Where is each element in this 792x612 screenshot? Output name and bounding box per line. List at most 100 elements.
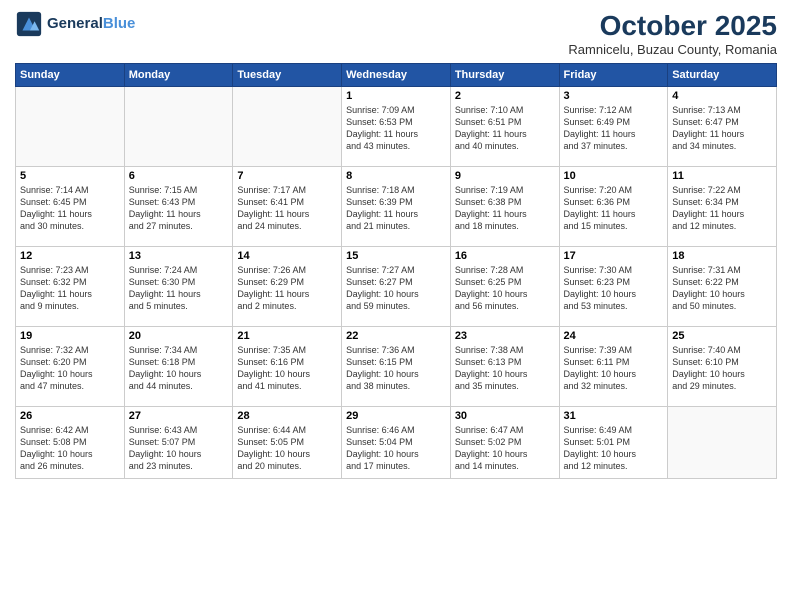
day-info: Sunrise: 6:47 AM Sunset: 5:02 PM Dayligh… xyxy=(455,424,555,473)
day-number: 17 xyxy=(564,250,664,262)
day-number: 16 xyxy=(455,250,555,262)
day-number: 8 xyxy=(346,170,446,182)
day-info: Sunrise: 7:26 AM Sunset: 6:29 PM Dayligh… xyxy=(237,264,337,313)
calendar-cell xyxy=(124,87,233,167)
day-number: 26 xyxy=(20,410,120,422)
day-info: Sunrise: 7:20 AM Sunset: 6:36 PM Dayligh… xyxy=(564,184,664,233)
day-number: 7 xyxy=(237,170,337,182)
title-block: October 2025 Ramnicelu, Buzau County, Ro… xyxy=(568,10,777,57)
day-info: Sunrise: 7:13 AM Sunset: 6:47 PM Dayligh… xyxy=(672,104,772,153)
day-number: 9 xyxy=(455,170,555,182)
weekday-header-tuesday: Tuesday xyxy=(233,64,342,87)
day-number: 14 xyxy=(237,250,337,262)
calendar-cell xyxy=(16,87,125,167)
calendar-cell: 8 Sunrise: 7:18 AM Sunset: 6:39 PM Daylig… xyxy=(342,167,451,247)
week-row-4: 19Sunrise: 7:32 AM Sunset: 6:20 PM Dayli… xyxy=(16,327,777,407)
calendar-cell: 24 Sunrise: 7:39 AM Sunset: 6:11 PM Dayli… xyxy=(559,327,668,407)
calendar-cell: 25Sunrise: 7:40 AM Sunset: 6:10 PM Dayli… xyxy=(668,327,777,407)
day-number: 27 xyxy=(129,410,229,422)
calendar-cell: 17 Sunrise: 7:30 AM Sunset: 6:23 PM Dayli… xyxy=(559,247,668,327)
week-row-3: 12 Sunrise: 7:23 AM Sunset: 6:32 PM Dayli… xyxy=(16,247,777,327)
day-info: Sunrise: 7:09 AM Sunset: 6:53 PM Dayligh… xyxy=(346,104,446,153)
day-info: Sunrise: 7:14 AM Sunset: 6:45 PM Dayligh… xyxy=(20,184,120,233)
day-number: 29 xyxy=(346,410,446,422)
weekday-header-thursday: Thursday xyxy=(450,64,559,87)
calendar-cell: 26 Sunrise: 6:42 AM Sunset: 5:08 PM Dayli… xyxy=(16,407,125,479)
calendar-cell: 13Sunrise: 7:24 AM Sunset: 6:30 PM Dayli… xyxy=(124,247,233,327)
day-number: 12 xyxy=(20,250,120,262)
day-info: Sunrise: 7:28 AM Sunset: 6:25 PM Dayligh… xyxy=(455,264,555,313)
calendar-cell: 11 Sunrise: 7:22 AM Sunset: 6:34 PM Dayli… xyxy=(668,167,777,247)
day-info: Sunrise: 7:15 AM Sunset: 6:43 PM Dayligh… xyxy=(129,184,229,233)
day-info: Sunrise: 7:40 AM Sunset: 6:10 PM Dayligh… xyxy=(672,344,772,393)
calendar-cell: 7 Sunrise: 7:17 AM Sunset: 6:41 PM Daylig… xyxy=(233,167,342,247)
day-info: Sunrise: 7:23 AM Sunset: 6:32 PM Dayligh… xyxy=(20,264,120,313)
day-number: 1 xyxy=(346,90,446,102)
calendar-cell: 20Sunrise: 7:34 AM Sunset: 6:18 PM Dayli… xyxy=(124,327,233,407)
header: GeneralBlue October 2025 Ramnicelu, Buza… xyxy=(15,10,777,57)
day-info: Sunrise: 6:43 AM Sunset: 5:07 PM Dayligh… xyxy=(129,424,229,473)
day-info: Sunrise: 7:18 AM Sunset: 6:39 PM Dayligh… xyxy=(346,184,446,233)
calendar-cell: 12 Sunrise: 7:23 AM Sunset: 6:32 PM Dayli… xyxy=(16,247,125,327)
day-number: 24 xyxy=(564,330,664,342)
day-info: Sunrise: 7:32 AM Sunset: 6:20 PM Dayligh… xyxy=(20,344,120,393)
calendar-cell: 21 Sunrise: 7:35 AM Sunset: 6:16 PM Dayli… xyxy=(233,327,342,407)
calendar-cell: 31 Sunrise: 6:49 AM Sunset: 5:01 PM Dayli… xyxy=(559,407,668,479)
day-info: Sunrise: 7:19 AM Sunset: 6:38 PM Dayligh… xyxy=(455,184,555,233)
calendar-cell: 28Sunrise: 6:44 AM Sunset: 5:05 PM Dayli… xyxy=(233,407,342,479)
weekday-header-wednesday: Wednesday xyxy=(342,64,451,87)
day-number: 21 xyxy=(237,330,337,342)
subtitle: Ramnicelu, Buzau County, Romania xyxy=(568,42,777,57)
day-info: Sunrise: 7:35 AM Sunset: 6:16 PM Dayligh… xyxy=(237,344,337,393)
weekday-header-sunday: Sunday xyxy=(16,64,125,87)
day-info: Sunrise: 7:31 AM Sunset: 6:22 PM Dayligh… xyxy=(672,264,772,313)
weekday-header-row: SundayMondayTuesdayWednesdayThursdayFrid… xyxy=(16,64,777,87)
calendar-cell: 23Sunrise: 7:38 AM Sunset: 6:13 PM Dayli… xyxy=(450,327,559,407)
day-info: Sunrise: 7:24 AM Sunset: 6:30 PM Dayligh… xyxy=(129,264,229,313)
page-container: GeneralBlue October 2025 Ramnicelu, Buza… xyxy=(0,0,792,489)
day-info: Sunrise: 7:27 AM Sunset: 6:27 PM Dayligh… xyxy=(346,264,446,313)
calendar-cell: 2 Sunrise: 7:10 AM Sunset: 6:51 PM Daylig… xyxy=(450,87,559,167)
day-info: Sunrise: 7:30 AM Sunset: 6:23 PM Dayligh… xyxy=(564,264,664,313)
weekday-header-friday: Friday xyxy=(559,64,668,87)
week-row-2: 5Sunrise: 7:14 AM Sunset: 6:45 PM Daylig… xyxy=(16,167,777,247)
day-info: Sunrise: 7:39 AM Sunset: 6:11 PM Dayligh… xyxy=(564,344,664,393)
weekday-header-monday: Monday xyxy=(124,64,233,87)
calendar-cell xyxy=(668,407,777,479)
day-number: 30 xyxy=(455,410,555,422)
day-info: Sunrise: 7:22 AM Sunset: 6:34 PM Dayligh… xyxy=(672,184,772,233)
week-row-1: 1 Sunrise: 7:09 AM Sunset: 6:53 PM Daylig… xyxy=(16,87,777,167)
day-number: 23 xyxy=(455,330,555,342)
week-row-5: 26 Sunrise: 6:42 AM Sunset: 5:08 PM Dayli… xyxy=(16,407,777,479)
calendar-cell: 16 Sunrise: 7:28 AM Sunset: 6:25 PM Dayli… xyxy=(450,247,559,327)
day-number: 6 xyxy=(129,170,229,182)
calendar-cell xyxy=(233,87,342,167)
calendar-table: SundayMondayTuesdayWednesdayThursdayFrid… xyxy=(15,63,777,479)
day-info: Sunrise: 6:42 AM Sunset: 5:08 PM Dayligh… xyxy=(20,424,120,473)
day-info: Sunrise: 7:17 AM Sunset: 6:41 PM Dayligh… xyxy=(237,184,337,233)
day-info: Sunrise: 6:46 AM Sunset: 5:04 PM Dayligh… xyxy=(346,424,446,473)
day-number: 31 xyxy=(564,410,664,422)
logo: GeneralBlue xyxy=(15,10,135,38)
day-info: Sunrise: 7:10 AM Sunset: 6:51 PM Dayligh… xyxy=(455,104,555,153)
day-number: 4 xyxy=(672,90,772,102)
calendar-cell: 3Sunrise: 7:12 AM Sunset: 6:49 PM Daylig… xyxy=(559,87,668,167)
day-number: 18 xyxy=(672,250,772,262)
calendar-cell: 9 Sunrise: 7:19 AM Sunset: 6:38 PM Daylig… xyxy=(450,167,559,247)
calendar-cell: 5Sunrise: 7:14 AM Sunset: 6:45 PM Daylig… xyxy=(16,167,125,247)
logo-icon xyxy=(15,10,43,38)
day-info: Sunrise: 7:36 AM Sunset: 6:15 PM Dayligh… xyxy=(346,344,446,393)
day-number: 11 xyxy=(672,170,772,182)
calendar-cell: 19Sunrise: 7:32 AM Sunset: 6:20 PM Dayli… xyxy=(16,327,125,407)
day-number: 15 xyxy=(346,250,446,262)
calendar-cell: 15 Sunrise: 7:27 AM Sunset: 6:27 PM Dayli… xyxy=(342,247,451,327)
day-info: Sunrise: 6:49 AM Sunset: 5:01 PM Dayligh… xyxy=(564,424,664,473)
calendar-cell: 29 Sunrise: 6:46 AM Sunset: 5:04 PM Dayli… xyxy=(342,407,451,479)
calendar-cell: 30 Sunrise: 6:47 AM Sunset: 5:02 PM Dayli… xyxy=(450,407,559,479)
day-number: 22 xyxy=(346,330,446,342)
day-info: Sunrise: 7:34 AM Sunset: 6:18 PM Dayligh… xyxy=(129,344,229,393)
day-number: 3 xyxy=(564,90,664,102)
day-number: 2 xyxy=(455,90,555,102)
calendar-cell: 10Sunrise: 7:20 AM Sunset: 6:36 PM Dayli… xyxy=(559,167,668,247)
logo-text: GeneralBlue xyxy=(47,16,135,33)
